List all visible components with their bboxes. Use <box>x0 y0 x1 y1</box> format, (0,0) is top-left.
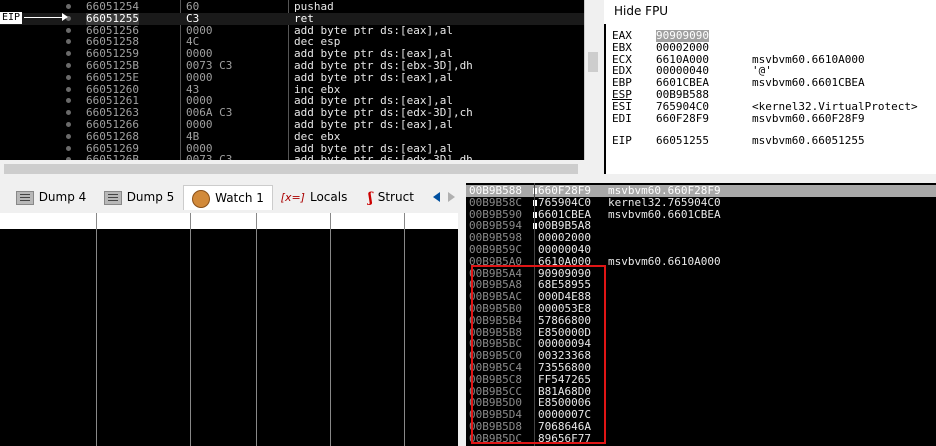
tab-watch-1[interactable]: Watch 1 <box>183 185 273 210</box>
dump-column-divider <box>330 213 331 446</box>
watch-icon <box>192 189 211 208</box>
breakpoint-dot-icon[interactable] <box>66 86 71 92</box>
registers-list: EAX 90909090 EBX 00002000 ECX 6610A000 msvbvm6… <box>606 24 936 174</box>
register-name: EIP <box>612 134 632 148</box>
scroll-thumb[interactable] <box>588 52 598 72</box>
breakpoint-dot-icon[interactable] <box>66 145 71 151</box>
breakpoint-dot-icon[interactable] <box>66 51 71 57</box>
register-comment: msvbvm60.66051255 <box>752 134 865 148</box>
dump-column-divider <box>256 213 257 446</box>
disasm-bytes: 4B <box>186 129 200 143</box>
struct-icon: ʃ <box>368 189 373 206</box>
dump-icon <box>15 190 34 205</box>
scroll-thumb[interactable] <box>4 164 578 174</box>
disasm-bytes: 0000 <box>186 70 213 84</box>
tab-scroll-left-icon[interactable] <box>432 189 442 205</box>
stack-address: 00B9B58C <box>469 195 522 209</box>
stack-row[interactable]: 00B9B598 00002000 <box>466 232 936 244</box>
disasm-instruction: add byte ptr ds:[eax],al <box>294 70 453 84</box>
dump-column-divider <box>190 213 191 446</box>
register-value[interactable]: 66051255 <box>656 135 709 147</box>
disasm-bytes: C3 <box>186 11 200 25</box>
registers-pane: Hide FPU EAX 90909090 EBX 00002000 ECX 6610A0… <box>604 0 936 178</box>
stack-comment: kernel32.765904C0 <box>608 195 721 209</box>
register-comment: msvbvm60.6601CBEA <box>752 76 865 90</box>
eip-arrow-icon <box>24 17 66 18</box>
disasm-instruction: dec ebx <box>294 129 341 143</box>
breakpoint-dot-icon[interactable] <box>66 110 71 116</box>
tab-struct[interactable]: ʃ Struct <box>356 185 426 209</box>
breakpoint-dot-icon[interactable] <box>66 98 71 104</box>
register-name: ESI <box>612 99 632 113</box>
tab-label: Locals <box>309 190 348 204</box>
dump-pane[interactable] <box>0 229 458 446</box>
disasm-address: 66051255 <box>86 11 139 25</box>
dump-icon <box>103 190 122 205</box>
eip-arrowhead-icon <box>62 13 68 21</box>
disassembly-vertical-scrollbar[interactable] <box>584 0 601 160</box>
breakpoint-dot-icon[interactable] <box>66 133 71 139</box>
stack-row[interactable]: 00B9B594 00B9B5A8 <box>466 220 936 232</box>
breakpoint-dot-icon[interactable] <box>66 39 71 45</box>
tab-dump-5[interactable]: Dump 5 <box>98 185 180 209</box>
register-comment: <kernel32.VirtualProtect> <box>752 99 918 113</box>
dump-column-divider <box>404 213 405 446</box>
hide-fpu-button[interactable]: Hide FPU <box>614 4 668 18</box>
register-value[interactable]: 00002000 <box>656 41 709 54</box>
stack-comment: msvbvm60.6610A000 <box>608 254 721 268</box>
disasm-address: 6605125E <box>86 70 139 84</box>
registers-header: Hide FPU <box>604 0 936 24</box>
tab-label: Dump 5 <box>126 190 175 204</box>
breakpoint-dot-icon[interactable] <box>66 63 71 68</box>
disasm-row[interactable]: 66051255 C3 ret <box>0 11 584 25</box>
locals-icon: [x=] <box>280 190 305 204</box>
pane-splitter[interactable] <box>458 183 466 446</box>
register-comment: msvbvm60.660F28F9 <box>752 111 865 125</box>
disasm-row[interactable]: 6605125E 0000 add byte ptr ds:[eax],al <box>0 70 584 84</box>
tab-dump-4[interactable]: Dump 4 <box>8 185 94 209</box>
dump-column-divider <box>96 213 97 446</box>
tab-label: Struct <box>377 190 414 204</box>
disassembly-pane[interactable]: 66051254 60 pushad 66051255 C3 ret 66051256 000… <box>0 0 584 160</box>
dump-tab-bar: Dump 4 Dump 5 Watch 1 [x=] Locals ʃ Struct <box>0 183 458 213</box>
disassembly-horizontal-scrollbar[interactable] <box>0 160 600 178</box>
breakpoint-dot-icon[interactable] <box>66 27 71 33</box>
stack-value: 765904C0 <box>538 195 591 209</box>
tab-label: Dump 4 <box>38 190 87 204</box>
register-name: EBX <box>612 40 632 54</box>
stack-comment: msvbvm60.6601CBEA <box>608 207 721 221</box>
tab-scroll-right-icon[interactable] <box>446 189 456 205</box>
breakpoint-dot-icon[interactable] <box>66 74 71 80</box>
eip-label: EIP <box>0 12 23 24</box>
disasm-instruction: ret <box>294 11 314 25</box>
tab-label: Watch 1 <box>215 191 264 205</box>
disasm-address: 66051268 <box>86 129 139 143</box>
dump-header <box>0 213 458 229</box>
register-value[interactable]: 765904C0 <box>656 100 709 113</box>
stack-row[interactable]: 00B9B58C 765904C0 kernel32.765904C0 <box>466 195 936 209</box>
tab-locals[interactable]: [x=] Locals <box>275 185 353 209</box>
breakpoint-dot-icon[interactable] <box>66 4 71 9</box>
disasm-row[interactable]: 66051268 4B dec ebx <box>0 129 584 143</box>
register-value[interactable]: 660F28F9 <box>656 112 709 125</box>
register-name: EDI <box>612 111 632 125</box>
highlight-annotation-box <box>471 265 606 444</box>
stack-row[interactable]: 00B9B590 6601CBEA msvbvm60.6601CBEA <box>466 207 936 221</box>
breakpoint-dot-icon[interactable] <box>66 122 71 127</box>
